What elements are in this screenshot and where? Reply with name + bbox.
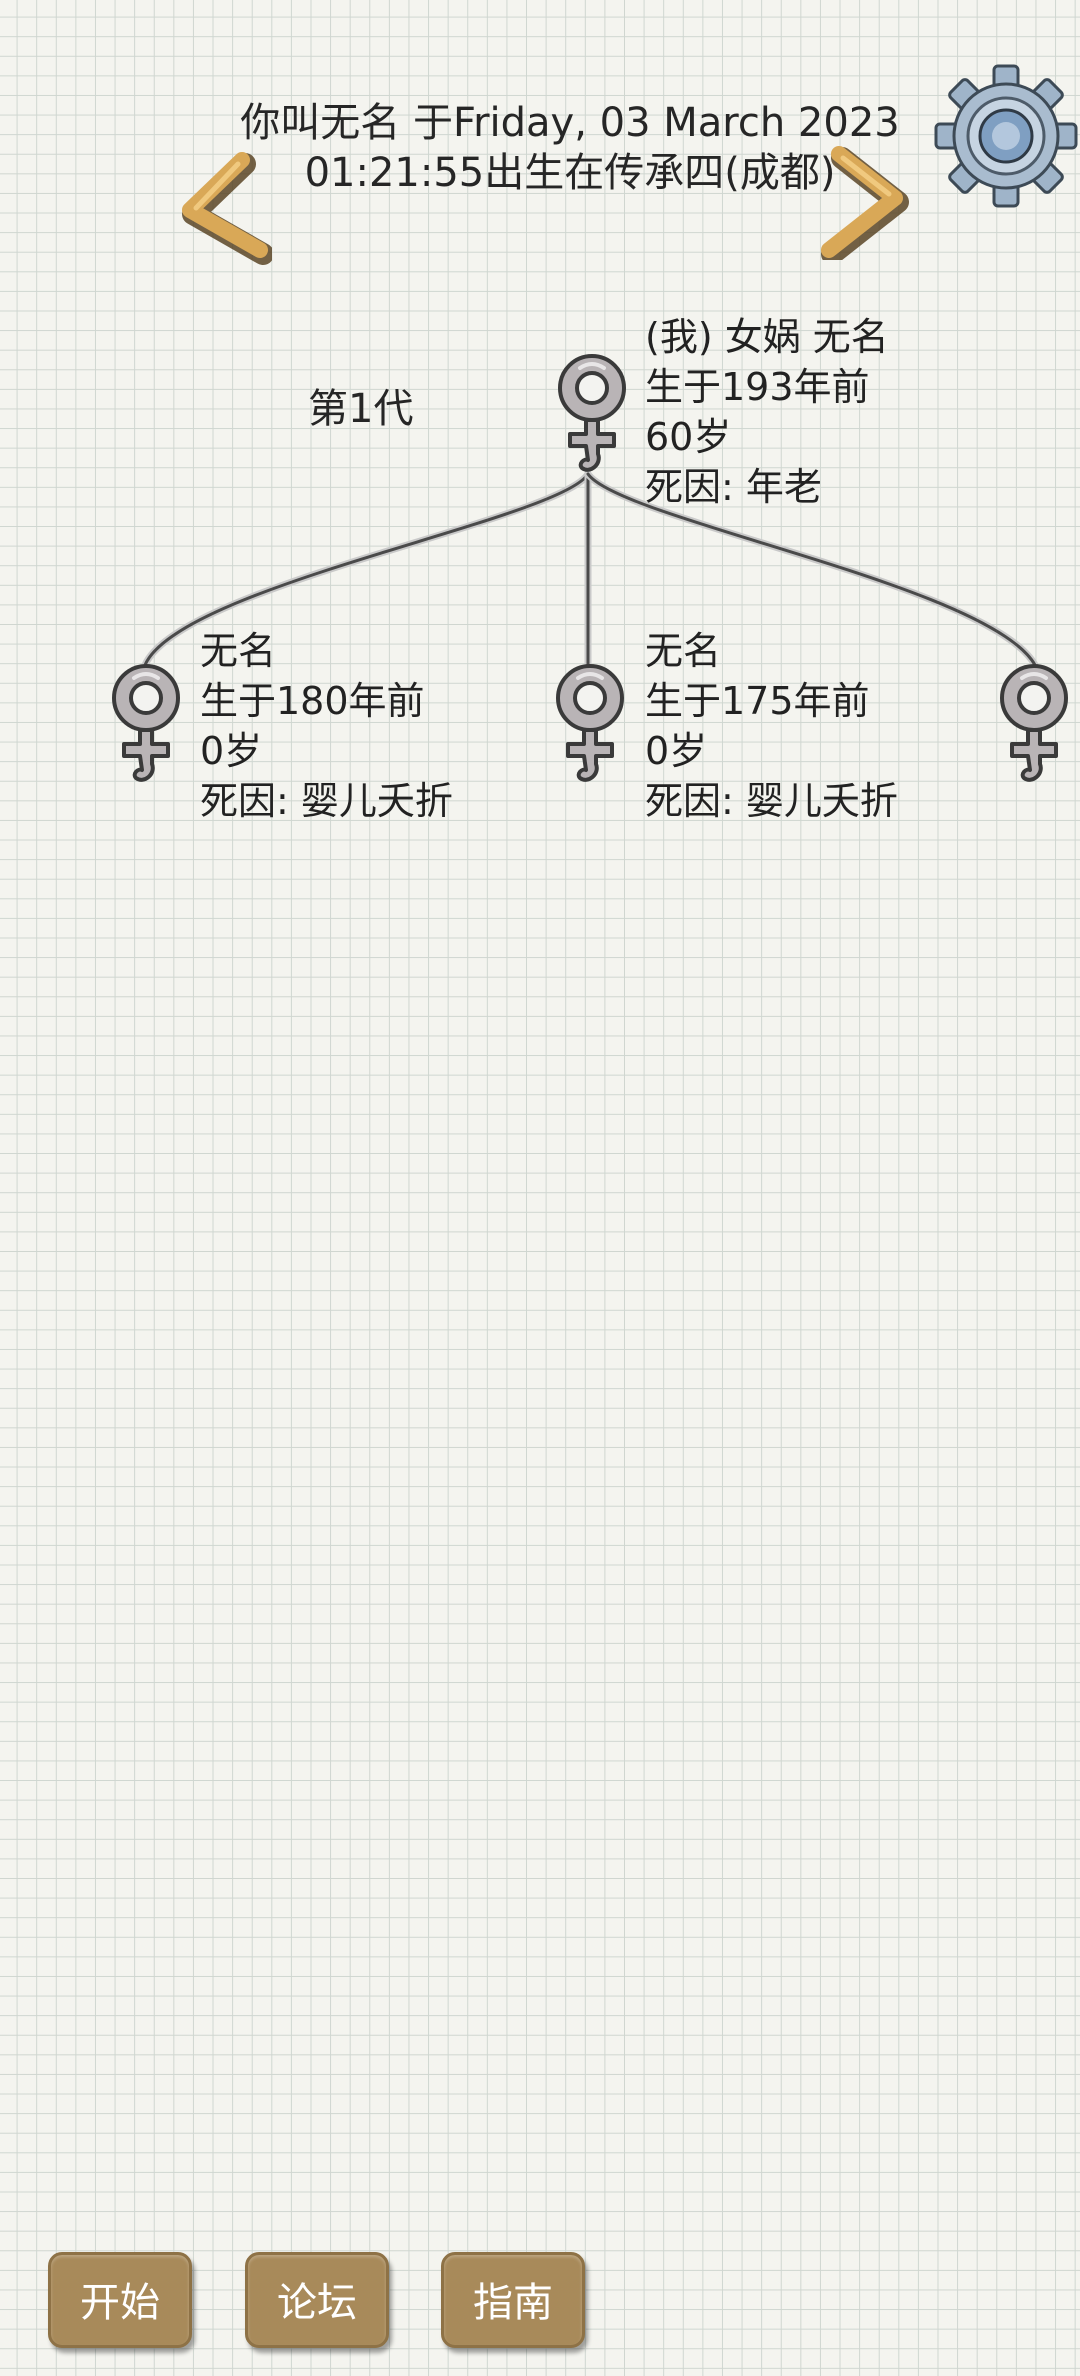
- person-age: 60岁: [645, 415, 732, 459]
- person-age: 0岁: [200, 729, 263, 773]
- family-tree-lines: [141, 470, 1039, 669]
- guide-button[interactable]: 指南: [441, 2252, 585, 2348]
- person-death-cause: 死因: 婴儿夭折: [645, 779, 898, 823]
- person-age: 0岁: [645, 729, 708, 773]
- forum-button[interactable]: 论坛: [245, 2252, 389, 2348]
- person-name: 无名: [200, 629, 277, 673]
- female-symbol-icon: [548, 660, 632, 792]
- start-button[interactable]: 开始: [48, 2252, 192, 2348]
- root-person-info: (我) 女娲 无名 生于193年前 60岁 死因: 年老: [645, 312, 889, 512]
- female-symbol-icon: [992, 660, 1076, 792]
- person-born: 生于180年前: [200, 679, 425, 723]
- person-death-cause: 死因: 婴儿夭折: [200, 779, 453, 823]
- person-born: 生于193年前: [645, 365, 870, 409]
- female-symbol-icon: [104, 660, 188, 792]
- person-death-cause: 死因: 年老: [645, 465, 822, 509]
- child-person-info: 无名 生于175年前 0岁 死因: 婴儿夭折: [645, 626, 898, 826]
- child-person-info: 无名 生于180年前 0岁 死因: 婴儿夭折: [200, 626, 453, 826]
- female-symbol-icon: [550, 350, 634, 482]
- person-born: 生于175年前: [645, 679, 870, 723]
- person-name: 无名: [645, 629, 722, 673]
- person-name: (我) 女娲 无名: [645, 315, 889, 359]
